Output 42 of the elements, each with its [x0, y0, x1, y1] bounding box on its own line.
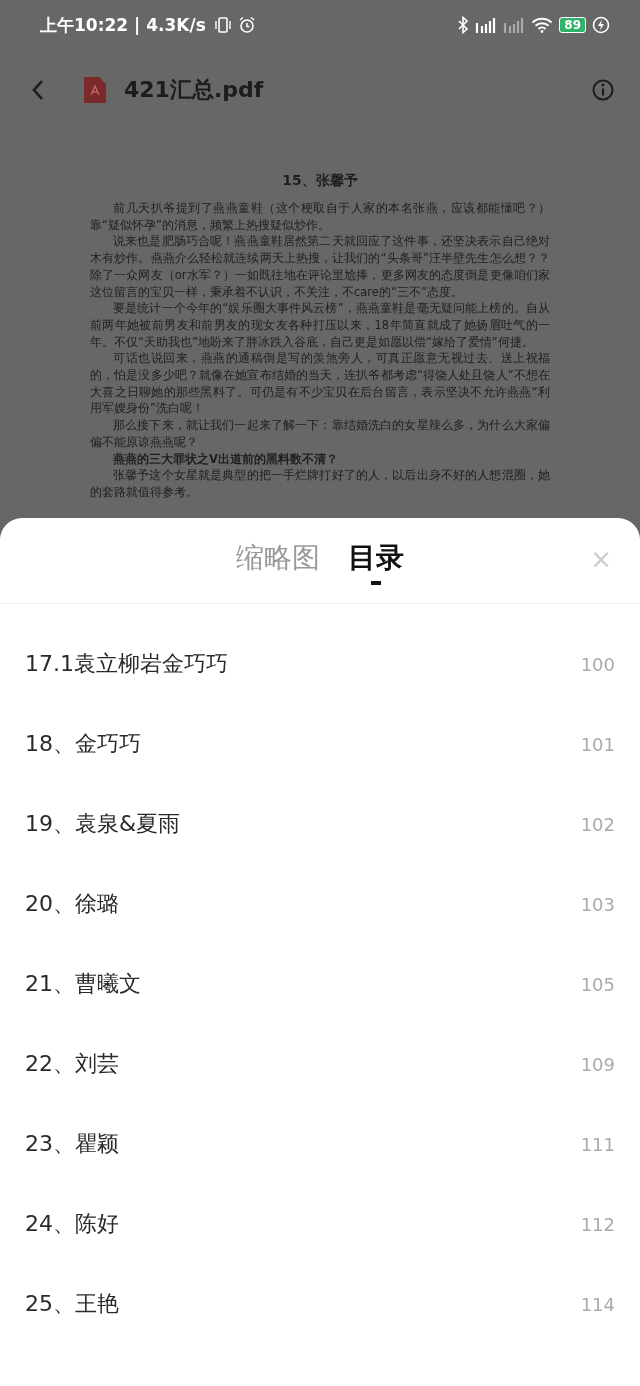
pdf-file-icon	[84, 77, 106, 103]
toc-page-number: 102	[580, 813, 615, 835]
vibrate-icon	[213, 17, 232, 33]
signal-icon	[503, 17, 526, 33]
toc-title: 19、袁泉&夏雨	[25, 810, 181, 838]
document-heading: 15、张馨予	[281, 172, 359, 190]
status-time: 上午10:22 | 4.3K/s	[40, 13, 206, 37]
toc-title: 20、徐璐	[25, 890, 119, 918]
toc-item[interactable]: 22、刘芸 109	[0, 1024, 640, 1104]
toc-item[interactable]: 25、王艳 114	[0, 1264, 640, 1344]
toc-title: 17.1袁立柳岩金巧巧	[25, 650, 228, 678]
toc-title: 24、陈好	[25, 1210, 119, 1238]
toc-page-number: 101	[580, 733, 615, 755]
toc-title: 21、曹曦文	[25, 970, 141, 998]
toc-title: 22、刘芸	[25, 1050, 119, 1078]
toc-page-number: 114	[580, 1293, 615, 1315]
info-icon[interactable]	[591, 78, 615, 102]
toc-page-number: 100	[580, 653, 615, 675]
toc-page-number: 103	[580, 893, 615, 915]
toc-item[interactable]: 21、曹曦文 105	[0, 944, 640, 1024]
toc-title: 18、金巧巧	[25, 730, 141, 758]
document-paragraph: 燕燕的三大罪状之V出道前的黑料数不清？	[112, 450, 339, 468]
toc-page-number: 105	[580, 973, 615, 995]
toc-item[interactable]: 17.1袁立柳岩金巧巧 100	[0, 624, 640, 704]
alarm-icon	[237, 16, 256, 34]
toc-item[interactable]: 24、陈好 112	[0, 1184, 640, 1264]
bluetooth-icon	[457, 16, 470, 34]
toc-item[interactable]: 20、徐璐 103	[0, 864, 640, 944]
toc-title: 23、瞿颖	[25, 1130, 119, 1158]
toc-page-number: 109	[580, 1053, 615, 1075]
file-title: 421汇总.pdf	[124, 76, 264, 104]
back-icon[interactable]	[30, 78, 46, 102]
signal-icon	[475, 17, 498, 33]
toc-page-number: 111	[580, 1133, 615, 1155]
battery-icon: 89	[559, 17, 586, 33]
toc-item[interactable]: 18、金巧巧 101	[0, 704, 640, 784]
toc-item[interactable]: 19、袁泉&夏雨 102	[0, 784, 640, 864]
wifi-icon	[531, 17, 554, 33]
toc-page-number: 112	[580, 1213, 615, 1235]
toc-item[interactable]: 23、瞿颖 111	[0, 1104, 640, 1184]
toc-title: 25、王艳	[25, 1290, 119, 1318]
charging-icon	[592, 16, 610, 34]
